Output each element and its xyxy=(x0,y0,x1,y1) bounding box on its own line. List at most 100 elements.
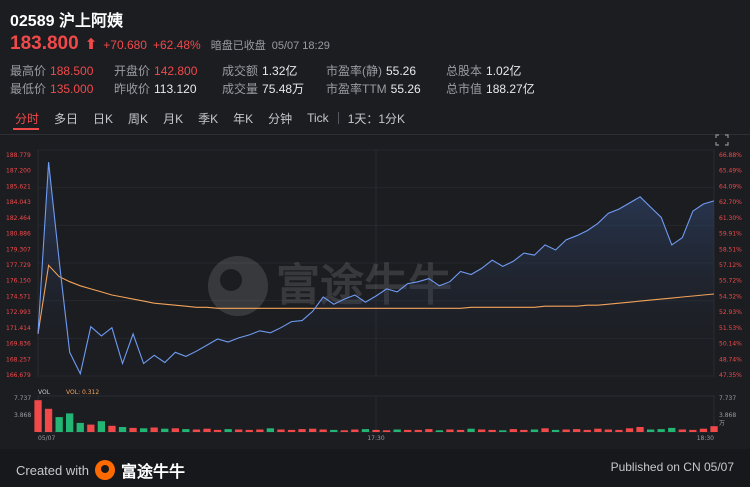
price-tick-label: 168.257 xyxy=(6,356,31,363)
volume-bar xyxy=(372,429,380,432)
volume-bar xyxy=(530,429,539,432)
tab-intraday[interactable]: 分时 xyxy=(9,110,45,127)
pct-tick-label: 66.88% xyxy=(719,152,742,159)
volume-legend: VOL xyxy=(38,389,51,396)
stat-open: 开盘价 142.800 xyxy=(114,64,198,78)
price-tick-label: 176.150 xyxy=(6,278,31,285)
pct-axis: 66.88% 65.49% 64.09% 62.70% 61.30% 59.91% 58.5… xyxy=(719,152,742,379)
period-selector[interactable]: 1天：1分K xyxy=(342,110,411,127)
volume-bar xyxy=(118,427,127,432)
volume-bar xyxy=(509,429,517,432)
volume-bar xyxy=(562,429,570,432)
volume-bar xyxy=(340,430,348,432)
tab-daily-k[interactable]: 日K xyxy=(87,110,119,127)
pct-tick-label: 58.51% xyxy=(719,246,742,253)
tab-quarterly-k[interactable]: 季K xyxy=(192,110,224,127)
price-tick-label: 174.571 xyxy=(6,293,31,300)
price-tick-label: 187.200 xyxy=(6,168,31,175)
volume-bar xyxy=(551,429,560,432)
volume-bar xyxy=(583,429,591,432)
price-tick-label: 171.414 xyxy=(6,325,31,332)
stat-volume: 成交量 75.48万 xyxy=(222,82,305,96)
volume-bar xyxy=(689,429,697,432)
volume-bar xyxy=(108,425,116,432)
volume-bar xyxy=(150,427,158,432)
volume-bar xyxy=(66,413,74,432)
volume-bar xyxy=(435,430,443,432)
volume-bar xyxy=(657,429,665,432)
volume-bar xyxy=(499,430,507,432)
stat-high: 最高价 188.500 xyxy=(10,64,94,78)
pct-tick-label: 52.93% xyxy=(719,309,742,316)
volume-bar xyxy=(541,428,549,432)
price-change-pct: +62.48% xyxy=(152,38,201,52)
volume-bar xyxy=(277,429,285,432)
time-axis-label: 18:30 xyxy=(697,435,714,442)
tab-monthly-k[interactable]: 月K xyxy=(157,110,189,127)
price-tick-label: 169.836 xyxy=(6,341,31,348)
stock-code: 02589 xyxy=(10,13,55,30)
stock-title: 02589 沪上阿姨 xyxy=(10,7,123,31)
volume-bar xyxy=(351,429,359,432)
pct-tick-label: 50.14% xyxy=(719,341,742,348)
volume-bar xyxy=(488,429,496,432)
volume-bar xyxy=(393,429,401,432)
price-change: +70.680 xyxy=(103,38,147,52)
volume-bar xyxy=(87,424,95,432)
market-status: 暗盘已收盘 xyxy=(210,40,266,52)
volume-bar xyxy=(140,428,148,432)
volume-bar xyxy=(404,429,412,432)
tab-weekly-k[interactable]: 周K xyxy=(122,110,154,127)
tab-divider xyxy=(337,112,339,124)
stat-prev-close: 昨收价 113.120 xyxy=(114,82,197,96)
volume-panel: VOL VOL: 0.3127.737 7.7373.868 3.868万 xyxy=(14,389,736,432)
pct-tick-label: 64.09% xyxy=(719,183,742,190)
tab-yearly-k[interactable]: 年K xyxy=(227,110,259,127)
volume-bar xyxy=(361,429,370,432)
price-axis: 188.779 187.200 185.621 184.043 182.464 180.8… xyxy=(6,152,31,379)
volume-bar xyxy=(625,428,634,432)
price-tick-label: 172.993 xyxy=(6,309,31,316)
volume-tick-label: 7.737 xyxy=(719,395,736,402)
pct-tick-label: 51.53% xyxy=(719,325,742,332)
price-tick-label: 182.464 xyxy=(6,215,31,222)
tab-multi-day[interactable]: 多日 xyxy=(48,110,84,127)
volume-bar xyxy=(594,428,602,432)
stat-market-cap: 总市值 188.27亿 xyxy=(446,82,535,96)
time-axis-label: 17:30 xyxy=(367,435,384,442)
time-axis-label: 05/07 xyxy=(38,435,55,442)
stats-panel: 最高价 188.500 开盘价 142.800 成交额 1.32亿 市盈率(静) 55.… xyxy=(10,62,750,98)
stock-name: 沪上阿姨 xyxy=(58,13,123,30)
intraday-chart: 富途牛牛 188.779187.200185.621184.043182.464… xyxy=(6,149,742,442)
pct-tick-label: 65.49% xyxy=(719,168,742,175)
volume-bar xyxy=(298,429,306,432)
price-tick-label: 166.679 xyxy=(6,372,31,379)
volume-bar xyxy=(678,429,686,432)
volume-bar xyxy=(382,430,391,432)
footer-brand: Created with 富途牛牛 xyxy=(16,458,185,482)
futu-logo-icon xyxy=(94,460,115,480)
tabs-divider xyxy=(0,134,750,135)
volume-bar xyxy=(520,429,528,432)
volume-bar xyxy=(668,427,676,432)
volume-bar xyxy=(245,429,253,432)
volume-bar xyxy=(224,429,232,432)
stat-total-shares: 总股本 1.02亿 xyxy=(446,64,522,78)
tab-tick[interactable]: Tick xyxy=(301,111,335,125)
brand-name: 富途牛牛 xyxy=(120,464,185,481)
pct-tick-label: 47.35% xyxy=(719,372,742,379)
pct-tick-label: 59.91% xyxy=(719,231,742,238)
volume-bar xyxy=(446,429,454,432)
volume-bar xyxy=(266,428,274,432)
volume-value-label: VOL: 0.312 xyxy=(66,389,99,396)
pct-tick-label: 48.74% xyxy=(719,356,742,363)
volume-bar xyxy=(44,408,53,432)
volume-bar xyxy=(319,429,327,432)
volume-bar xyxy=(604,429,612,432)
tab-minute[interactable]: 分钟 xyxy=(262,110,298,127)
price-tick-label: 180.886 xyxy=(6,231,31,238)
volume-tick-label: 3.868 xyxy=(719,412,736,419)
quote-datetime: 05/07 18:29 xyxy=(271,40,330,52)
volume-bar xyxy=(456,429,465,432)
stat-turnover: 成交额 1.32亿 xyxy=(222,64,298,78)
